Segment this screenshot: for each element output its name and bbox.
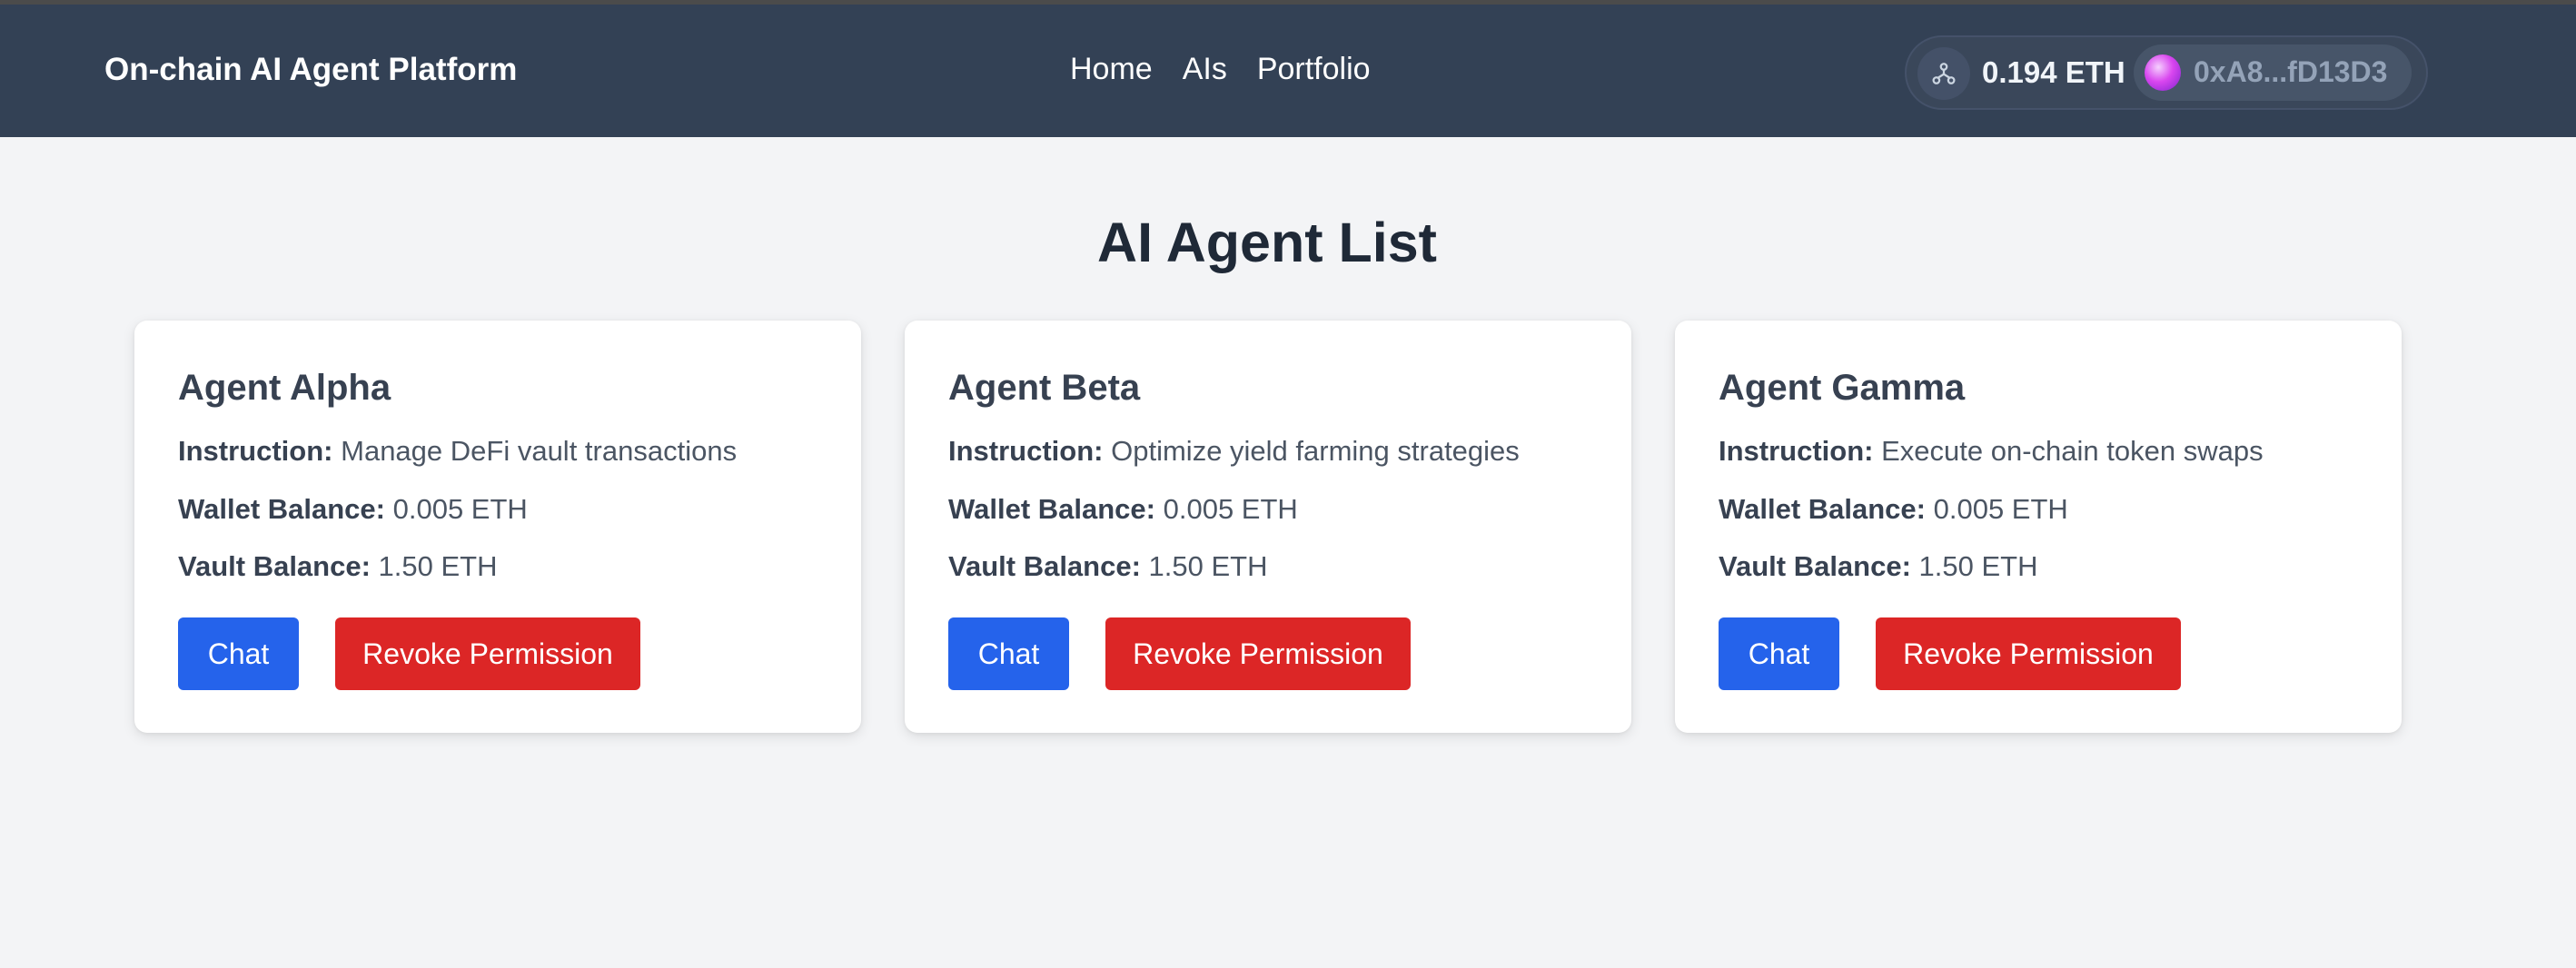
agent-wallet-balance: Wallet Balance: 0.005 ETH — [948, 493, 1298, 526]
agent-instruction: Instruction: Optimize yield farming stra… — [948, 435, 1520, 468]
vault-balance-label: Vault Balance: — [1719, 550, 1911, 582]
revoke-permission-button[interactable]: Revoke Permission — [1105, 617, 1411, 690]
agent-wallet-balance: Wallet Balance: 0.005 ETH — [178, 493, 528, 526]
network-button[interactable] — [1917, 47, 1970, 100]
agent-name: Agent Gamma — [1719, 368, 1966, 408]
chat-button[interactable]: Chat — [948, 617, 1069, 690]
nav-link-portfolio[interactable]: Portfolio — [1257, 52, 1371, 87]
agent-instruction: Instruction: Execute on-chain token swap… — [1719, 435, 2264, 468]
avatar — [2145, 54, 2181, 91]
nav-link-ais[interactable]: AIs — [1183, 52, 1227, 87]
agent-name: Agent Alpha — [178, 368, 391, 408]
nav-links: Home AIs Portfolio — [1070, 52, 1371, 87]
wallet-balance-label: Wallet Balance: — [948, 493, 1155, 525]
instruction-value: Execute on-chain token swaps — [1881, 435, 2264, 467]
instruction-value: Optimize yield farming strategies — [1111, 435, 1520, 467]
vault-balance-label: Vault Balance: — [178, 550, 371, 582]
wallet-balance-value: 0.005 ETH — [1163, 493, 1298, 525]
eth-balance: 0.194 ETH — [1982, 55, 2125, 89]
wallet-balance-label: Wallet Balance: — [178, 493, 385, 525]
nav-link-home[interactable]: Home — [1070, 52, 1153, 87]
page-title: AI Agent List — [1097, 212, 1437, 273]
agent-vault-balance: Vault Balance: 1.50 ETH — [1719, 550, 2038, 583]
agent-card: Agent Gamma Instruction: Execute on-chai… — [1675, 321, 2402, 733]
agent-instruction: Instruction: Manage DeFi vault transacti… — [178, 435, 737, 468]
wallet-widget: 0.194 ETH 0xA8...fD13D3 — [1905, 35, 2428, 110]
chat-button[interactable]: Chat — [178, 617, 299, 690]
wallet-balance-value: 0.005 ETH — [1933, 493, 2068, 525]
account-button[interactable]: 0xA8...fD13D3 — [2134, 44, 2412, 101]
instruction-label: Instruction: — [1719, 435, 1874, 467]
wallet-balance-label: Wallet Balance: — [1719, 493, 1926, 525]
vault-balance-value: 1.50 ETH — [1918, 550, 2038, 582]
agent-wallet-balance: Wallet Balance: 0.005 ETH — [1719, 493, 2068, 526]
instruction-label: Instruction: — [948, 435, 1104, 467]
brand-title[interactable]: On-chain AI Agent Platform — [104, 52, 517, 88]
revoke-permission-button[interactable]: Revoke Permission — [335, 617, 640, 690]
network-icon — [1932, 63, 1956, 84]
agent-vault-balance: Vault Balance: 1.50 ETH — [948, 550, 1268, 583]
vault-balance-value: 1.50 ETH — [1148, 550, 1268, 582]
top-navbar: On-chain AI Agent Platform Home AIs Port… — [0, 5, 2576, 137]
agent-vault-balance: Vault Balance: 1.50 ETH — [178, 550, 498, 583]
agent-card: Agent Alpha Instruction: Manage DeFi vau… — [134, 321, 861, 733]
instruction-value: Manage DeFi vault transactions — [341, 435, 738, 467]
agent-name: Agent Beta — [948, 368, 1141, 408]
vault-balance-value: 1.50 ETH — [378, 550, 498, 582]
agent-card: Agent Beta Instruction: Optimize yield f… — [905, 321, 1631, 733]
wallet-balance-value: 0.005 ETH — [392, 493, 528, 525]
wallet-address: 0xA8...fD13D3 — [2194, 55, 2388, 88]
revoke-permission-button[interactable]: Revoke Permission — [1876, 617, 2181, 690]
vault-balance-label: Vault Balance: — [948, 550, 1141, 582]
chat-button[interactable]: Chat — [1719, 617, 1839, 690]
instruction-label: Instruction: — [178, 435, 333, 467]
